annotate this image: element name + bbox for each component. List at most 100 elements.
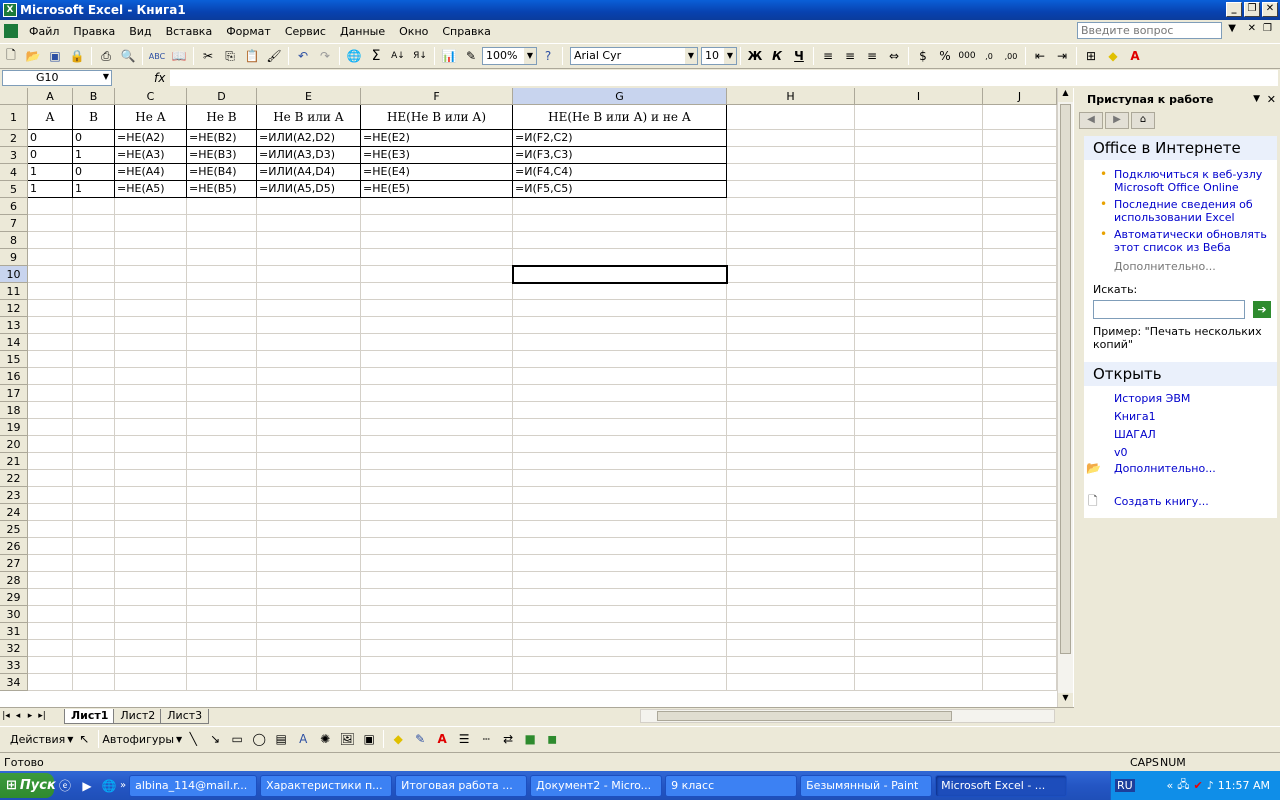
cell-C6[interactable] bbox=[115, 198, 187, 215]
cell-I24[interactable] bbox=[855, 504, 983, 521]
cell-C31[interactable] bbox=[115, 623, 187, 640]
row-header-30[interactable]: 30 bbox=[0, 606, 28, 623]
row-header-29[interactable]: 29 bbox=[0, 589, 28, 606]
dash-style-icon[interactable]: ┄ bbox=[475, 728, 497, 750]
cell-D26[interactable] bbox=[187, 538, 257, 555]
cell-E15[interactable] bbox=[257, 351, 361, 368]
cell-F32[interactable] bbox=[361, 640, 513, 657]
hscroll-thumb[interactable] bbox=[657, 711, 952, 721]
cell-D25[interactable] bbox=[187, 521, 257, 538]
cell-J17[interactable] bbox=[983, 385, 1057, 402]
cell-J14[interactable] bbox=[983, 334, 1057, 351]
cell-I15[interactable] bbox=[855, 351, 983, 368]
cell-B8[interactable] bbox=[73, 232, 115, 249]
cell-E25[interactable] bbox=[257, 521, 361, 538]
cell-I9[interactable] bbox=[855, 249, 983, 266]
column-header-J[interactable]: J bbox=[983, 88, 1057, 105]
cell-F16[interactable] bbox=[361, 368, 513, 385]
cell-A20[interactable] bbox=[28, 436, 73, 453]
cell-H30[interactable] bbox=[727, 606, 855, 623]
line-icon[interactable]: ╲ bbox=[182, 728, 204, 750]
cell-F23[interactable] bbox=[361, 487, 513, 504]
select-objects-icon[interactable]: ↖ bbox=[73, 728, 95, 750]
cell-A29[interactable] bbox=[28, 589, 73, 606]
cell-D22[interactable] bbox=[187, 470, 257, 487]
rectangle-icon[interactable]: ▭ bbox=[226, 728, 248, 750]
sheet-tab-1[interactable]: Лист1 bbox=[64, 708, 116, 724]
drawing-icon[interactable]: ✎ bbox=[460, 45, 482, 67]
cell-I30[interactable] bbox=[855, 606, 983, 623]
cell-F7[interactable] bbox=[361, 215, 513, 232]
cell-E5[interactable]: =ИЛИ(A5,D5) bbox=[257, 181, 361, 198]
cell-J24[interactable] bbox=[983, 504, 1057, 521]
quicklaunch-ie-icon[interactable]: ⓔ bbox=[54, 775, 76, 797]
bold-icon[interactable]: Ж bbox=[744, 45, 766, 67]
cell-H18[interactable] bbox=[727, 402, 855, 419]
row-header-12[interactable]: 12 bbox=[0, 300, 28, 317]
row-header-17[interactable]: 17 bbox=[0, 385, 28, 402]
cell-F12[interactable] bbox=[361, 300, 513, 317]
permission-icon[interactable]: 🔒 bbox=[66, 45, 88, 67]
tray-volume-icon[interactable]: ♪ bbox=[1207, 779, 1214, 792]
row-header-25[interactable]: 25 bbox=[0, 521, 28, 538]
close-button[interactable]: ✕ bbox=[1262, 2, 1278, 17]
vertical-scrollbar[interactable]: ▲ ▼ bbox=[1057, 88, 1073, 707]
cell-A5[interactable]: 1 bbox=[28, 181, 73, 198]
cell-G8[interactable] bbox=[513, 232, 727, 249]
cell-E10[interactable] bbox=[257, 266, 361, 283]
diagram-icon[interactable]: ✺ bbox=[314, 728, 336, 750]
cell-E2[interactable]: =ИЛИ(A2,D2) bbox=[257, 130, 361, 147]
scroll-up-icon[interactable]: ▲ bbox=[1058, 88, 1073, 102]
cell-A30[interactable] bbox=[28, 606, 73, 623]
cell-F19[interactable] bbox=[361, 419, 513, 436]
cell-F30[interactable] bbox=[361, 606, 513, 623]
tray-expand-icon[interactable]: « bbox=[1167, 779, 1174, 792]
home-icon[interactable]: ⌂ bbox=[1131, 111, 1155, 129]
cell-A32[interactable] bbox=[28, 640, 73, 657]
cell-H20[interactable] bbox=[727, 436, 855, 453]
cell-J13[interactable] bbox=[983, 317, 1057, 334]
tray-antivirus-icon[interactable]: ✔ bbox=[1194, 779, 1203, 792]
borders-icon[interactable]: ⊞ bbox=[1080, 45, 1102, 67]
cell-D14[interactable] bbox=[187, 334, 257, 351]
cell-F2[interactable]: =НЕ(E2) bbox=[361, 130, 513, 147]
cell-A12[interactable] bbox=[28, 300, 73, 317]
cell-I6[interactable] bbox=[855, 198, 983, 215]
cell-I32[interactable] bbox=[855, 640, 983, 657]
cell-A27[interactable] bbox=[28, 555, 73, 572]
cut-icon[interactable]: ✂ bbox=[197, 45, 219, 67]
cell-H14[interactable] bbox=[727, 334, 855, 351]
cell-A26[interactable] bbox=[28, 538, 73, 555]
cell-C25[interactable] bbox=[115, 521, 187, 538]
actions-menu[interactable]: Действия bbox=[10, 733, 65, 746]
cell-C28[interactable] bbox=[115, 572, 187, 589]
cell-B19[interactable] bbox=[73, 419, 115, 436]
cell-F14[interactable] bbox=[361, 334, 513, 351]
chevron-down-icon[interactable]: ▼ bbox=[1253, 94, 1260, 104]
cell-I31[interactable] bbox=[855, 623, 983, 640]
cell-I21[interactable] bbox=[855, 453, 983, 470]
row-header-4[interactable]: 4 bbox=[0, 164, 28, 181]
column-header-E[interactable]: E bbox=[257, 88, 361, 105]
cell-C33[interactable] bbox=[115, 657, 187, 674]
new-icon[interactable]: 🗋 bbox=[0, 45, 22, 67]
cell-D33[interactable] bbox=[187, 657, 257, 674]
row-header-2[interactable]: 2 bbox=[0, 130, 28, 147]
quicklaunch-more-icon[interactable]: » bbox=[120, 780, 126, 791]
cell-B4[interactable]: 0 bbox=[73, 164, 115, 181]
more-link[interactable]: Дополнительно... bbox=[1084, 260, 1277, 273]
cell-E26[interactable] bbox=[257, 538, 361, 555]
cell-J7[interactable] bbox=[983, 215, 1057, 232]
cell-C14[interactable] bbox=[115, 334, 187, 351]
cell-D20[interactable] bbox=[187, 436, 257, 453]
redo-icon[interactable]: ↷ bbox=[314, 45, 336, 67]
increase-indent-icon[interactable]: ⇥ bbox=[1051, 45, 1073, 67]
cell-B25[interactable] bbox=[73, 521, 115, 538]
cell-C17[interactable] bbox=[115, 385, 187, 402]
cell-J34[interactable] bbox=[983, 674, 1057, 691]
taskbar-btn-document2[interactable]: Документ2 - Micro... bbox=[530, 774, 663, 797]
link-latest-news[interactable]: • Последние сведения об использовании Exc… bbox=[1084, 198, 1277, 225]
cell-G31[interactable] bbox=[513, 623, 727, 640]
cell-F5[interactable]: =НЕ(E5) bbox=[361, 181, 513, 198]
cell-H24[interactable] bbox=[727, 504, 855, 521]
